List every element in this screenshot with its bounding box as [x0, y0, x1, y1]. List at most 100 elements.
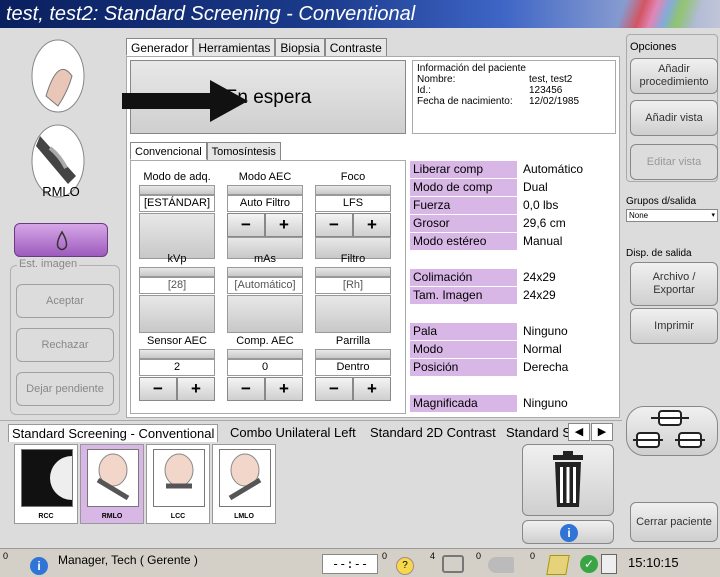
warning-icon[interactable]: ? [396, 557, 414, 575]
sensor-plus[interactable]: + [177, 377, 215, 401]
image-section: Est. imagen Aceptar Rechazar Dejar pendi… [10, 258, 120, 415]
procedure-tab[interactable]: Standard 2D Contrast [370, 425, 496, 440]
sensor-up[interactable] [139, 349, 215, 359]
close-patient-button[interactable]: Cerrar paciente [630, 502, 718, 542]
paddle-status-icon[interactable] [488, 557, 514, 573]
archive-button[interactable]: Archivo / Exportar [630, 262, 718, 306]
kvp-down[interactable] [139, 295, 215, 333]
output-group-select[interactable]: None ▾ [626, 209, 718, 222]
grid-minus[interactable]: − [315, 377, 353, 401]
aec-mode-up[interactable] [227, 185, 303, 195]
info-icon[interactable]: i [30, 557, 48, 575]
focus-up[interactable] [315, 185, 391, 195]
info-icon: i [560, 524, 578, 542]
kvp-up[interactable] [139, 267, 215, 277]
info-label: Fuerza [410, 197, 517, 214]
comp-label: Comp. AEC [236, 335, 294, 347]
info-label: Liberar comp [410, 161, 517, 178]
mode-up[interactable] [139, 185, 215, 195]
patient-name: test, test2 [529, 74, 573, 85]
info-value: Automático [523, 162, 584, 176]
paddle-button[interactable] [626, 406, 718, 456]
mas-up[interactable] [227, 267, 303, 277]
info-value: Dual [523, 180, 548, 194]
procedure-tab-active[interactable]: Standard Screening - Conventional [8, 424, 219, 442]
tab-convencional[interactable]: Convencional [130, 142, 207, 160]
tab-herramientas[interactable]: Herramientas [193, 38, 276, 56]
add-view-button[interactable]: Añadir vista [630, 100, 718, 136]
grid-up[interactable] [315, 349, 391, 359]
aec-mode-plus[interactable]: + [265, 213, 303, 237]
drop-icon [56, 230, 68, 251]
info-value: 29,6 cm [523, 216, 566, 230]
folder-icon[interactable] [546, 555, 570, 575]
trash-button[interactable] [522, 444, 614, 516]
chevron-down-icon: ▾ [711, 212, 715, 219]
rmlo-image [87, 449, 139, 507]
tab-biopsia[interactable]: Biopsia [275, 38, 325, 56]
thumbnail-strip: RCC RMLO LCC LMLO i [0, 442, 622, 548]
id-label: Id.: [417, 85, 431, 96]
expose-button[interactable] [14, 223, 108, 257]
tab-tomosintesis[interactable]: Tomosíntesis [206, 142, 281, 160]
thumbnail-lmlo[interactable]: LMLO [212, 444, 276, 524]
comp-up[interactable] [227, 349, 303, 359]
filter-down[interactable] [315, 295, 391, 333]
aec-mode-label: Modo AEC [238, 171, 292, 183]
comp-value: 0 [227, 359, 303, 376]
info-button[interactable]: i [522, 520, 614, 544]
tab-contraste[interactable]: Contraste [324, 38, 387, 56]
device-info-table: Liberar comp Automático Modo de comp Dua… [410, 161, 618, 414]
thumbnail-rmlo[interactable]: RMLO [80, 444, 144, 524]
grid-value: Dentro [315, 359, 391, 376]
focus-minus[interactable]: − [315, 213, 353, 237]
reject-button[interactable]: Rechazar [16, 328, 114, 362]
procedure-tab[interactable]: Combo Unilateral Left [230, 425, 356, 440]
patient-info: Información del paciente Nombre: test, te… [412, 60, 616, 134]
grid-label: Parrilla [335, 335, 371, 347]
status-bar: 0 i Manager, Tech ( Gerente ) --:-- 0 ? … [0, 548, 720, 577]
grid-plus[interactable]: + [353, 377, 391, 401]
info-label: Modo estéreo [410, 233, 517, 250]
arrow-icon [122, 80, 248, 122]
clock: 15:10:15 [628, 555, 679, 570]
tab-generador[interactable]: Generador [126, 38, 194, 56]
edit-view-button[interactable]: Editar vista [630, 144, 718, 180]
right-panel: Opciones Añadir procedimiento Añadir vis… [622, 28, 720, 548]
focus-plus[interactable]: + [353, 213, 391, 237]
procedure-tab[interactable]: Standard S [506, 425, 568, 440]
scroll-left-button[interactable]: ◀ [568, 423, 590, 441]
accept-button[interactable]: Aceptar [16, 284, 114, 318]
sensor-minus[interactable]: − [139, 377, 177, 401]
window-title-bar: test, test2: Standard Screening - Conven… [0, 0, 720, 28]
comp-plus[interactable]: + [265, 377, 303, 401]
lcc-image [153, 449, 205, 507]
printer-icon[interactable] [601, 554, 617, 574]
mode-value: [ESTÁNDAR] [139, 195, 215, 212]
info-value: Manual [523, 234, 563, 248]
sensor-label: Sensor AEC [147, 335, 207, 347]
add-procedure-button[interactable]: Añadir procedimiento [630, 58, 718, 94]
print-button[interactable]: Imprimir [630, 308, 718, 344]
mas-down[interactable] [227, 295, 303, 333]
info-value: Ninguno [523, 396, 568, 410]
thumbnail-rcc[interactable]: RCC [14, 444, 78, 524]
receptor-icon[interactable] [442, 555, 464, 573]
patient-dob: 12/02/1985 [529, 96, 580, 107]
mas-label: mAs [254, 253, 276, 265]
scroll-right-button[interactable]: ▶ [591, 423, 613, 441]
aec-mode-value: Auto Filtro [227, 195, 303, 212]
info-value: 24x29 [523, 270, 556, 284]
info-value: 24x29 [523, 288, 556, 302]
info-value: 0,0 lbs [523, 198, 559, 212]
filter-up[interactable] [315, 267, 391, 277]
comp-minus[interactable]: − [227, 377, 265, 401]
aec-mode-minus[interactable]: − [227, 213, 265, 237]
info-label: Grosor [410, 215, 517, 232]
thumbnail-lcc[interactable]: LCC [146, 444, 210, 524]
dob-label: Fecha de nacimiento: [417, 96, 513, 107]
trash-icon [553, 451, 583, 507]
info-value: Derecha [523, 360, 569, 374]
pending-button[interactable]: Dejar pendiente [16, 372, 114, 406]
window-title: test, test2: Standard Screening - Conven… [6, 3, 416, 25]
